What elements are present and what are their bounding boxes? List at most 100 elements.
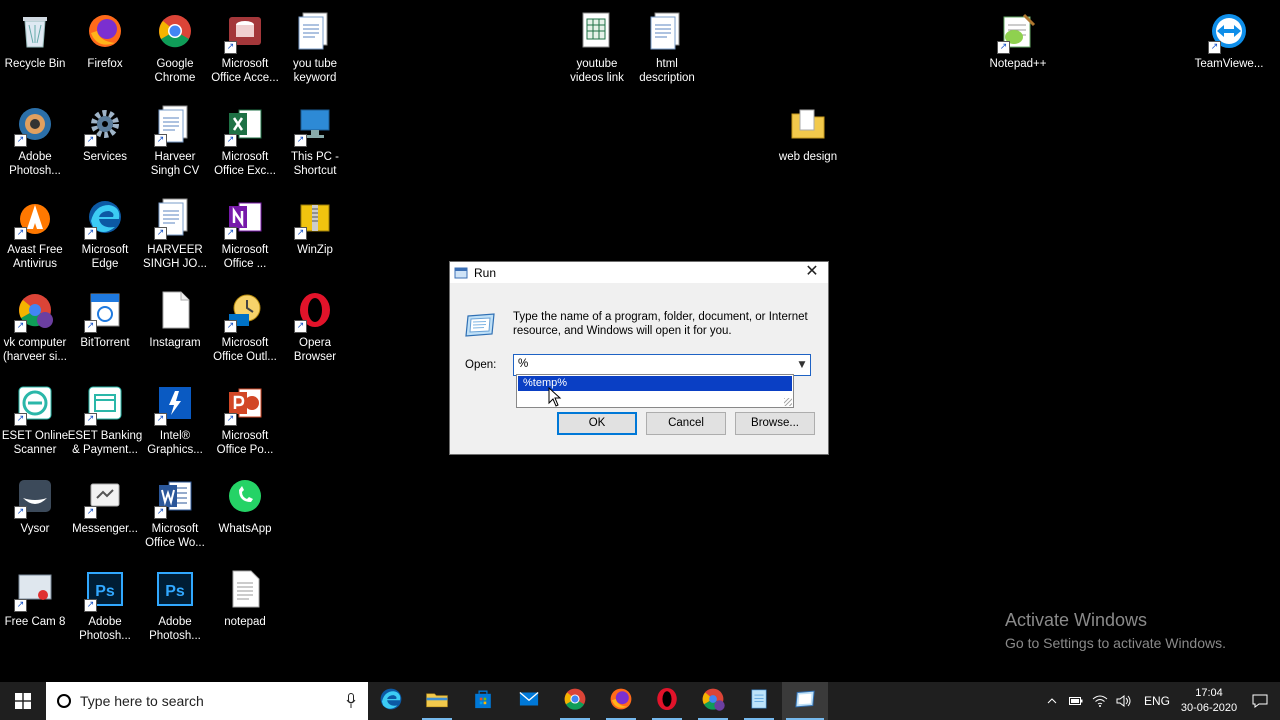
desktop-icon[interactable]: ↗ Vysor bbox=[0, 473, 70, 536]
desktop-icon[interactable]: Firefox bbox=[70, 8, 140, 71]
desktop-icon[interactable]: ↗ Adobe Photosh... bbox=[0, 101, 70, 178]
open-combobox[interactable]: ▼ bbox=[513, 354, 811, 376]
firefox-icon bbox=[608, 686, 634, 717]
taskbar-app-firefox[interactable] bbox=[598, 682, 644, 720]
desktop-icon-label: Free Cam 8 bbox=[4, 616, 66, 628]
taskbar-app-chrome-profile[interactable] bbox=[690, 682, 736, 720]
desktop-icon[interactable]: ↗ Microsoft Office Wo... bbox=[140, 473, 210, 550]
taskbar-search-box[interactable]: Type here to search bbox=[46, 682, 368, 720]
shortcut-arrow-icon: ↗ bbox=[154, 413, 167, 426]
document-icon bbox=[644, 8, 690, 54]
battery-glyph bbox=[1068, 697, 1083, 705]
desktop-icon[interactable]: ↗ Intel® Graphics... bbox=[140, 380, 210, 457]
cancel-button[interactable]: Cancel bbox=[646, 412, 726, 435]
taskbar-app-notepad[interactable] bbox=[736, 682, 782, 720]
browse-button[interactable]: Browse... bbox=[735, 412, 815, 435]
avast-icon: ↗ bbox=[12, 194, 58, 240]
desktop-icon[interactable]: ↗ TeamViewe... bbox=[1194, 8, 1264, 71]
notification-icon bbox=[1252, 694, 1268, 708]
desktop-icon[interactable]: ↗ HARVEER SINGH JO... bbox=[140, 194, 210, 271]
desktop-icon-label: html description bbox=[639, 58, 695, 84]
desktop-icon[interactable]: web design bbox=[773, 101, 843, 164]
taskbar-app-file-explorer[interactable] bbox=[414, 682, 460, 720]
desktop-icon[interactable]: ↗ WinZip bbox=[280, 194, 350, 257]
taskbar-app-store[interactable] bbox=[460, 682, 506, 720]
desktop-icon[interactable]: Ps Adobe Photosh... bbox=[140, 566, 210, 643]
clock[interactable]: 17:04 30-06-2020 bbox=[1178, 686, 1240, 716]
shortcut-arrow-icon: ↗ bbox=[294, 320, 307, 333]
outlook-icon: ↗ bbox=[222, 287, 268, 333]
desktop-icon[interactable]: ↗ Microsoft Office Po... bbox=[210, 380, 280, 457]
desktop-icon[interactable]: ↗ Notepad++ bbox=[983, 8, 1053, 71]
taskbar-app-mail[interactable] bbox=[506, 682, 552, 720]
desktop-icon[interactable]: ↗ Microsoft Office Exc... bbox=[210, 101, 280, 178]
run-titlebar[interactable]: Run bbox=[450, 262, 828, 283]
desktop-icon[interactable]: ↗ Microsoft Office ... bbox=[210, 194, 280, 271]
desktop-icon[interactable]: html description bbox=[632, 8, 702, 85]
shortcut-arrow-icon: ↗ bbox=[84, 413, 97, 426]
shortcut-arrow-icon: ↗ bbox=[84, 599, 97, 612]
shortcut-arrow-icon: ↗ bbox=[14, 413, 27, 426]
open-input[interactable] bbox=[518, 358, 788, 370]
desktop-icon-label: notepad bbox=[224, 616, 266, 628]
excel-file-icon bbox=[574, 8, 620, 54]
taskbar-app-edge[interactable] bbox=[368, 682, 414, 720]
desktop-icon[interactable]: ↗ BitTorrent bbox=[70, 287, 140, 350]
desktop-icon-label: This PC - Shortcut bbox=[291, 151, 339, 177]
chevron-up-icon[interactable] bbox=[1040, 682, 1064, 720]
desktop-icon[interactable]: ↗ Harveer Singh CV bbox=[140, 101, 210, 178]
folder-icon bbox=[785, 101, 831, 147]
language-indicator[interactable]: ENG bbox=[1144, 694, 1170, 708]
desktop-icon-label: Adobe Photosh... bbox=[79, 616, 131, 642]
notification-center-button[interactable] bbox=[1240, 682, 1280, 720]
chevron-down-icon[interactable]: ▼ bbox=[794, 355, 810, 375]
desktop-icon[interactable]: ↗ Microsoft Office Outl... bbox=[210, 287, 280, 364]
taskbar-app-opera[interactable] bbox=[644, 682, 690, 720]
intel-icon: ↗ bbox=[152, 380, 198, 426]
cortana-icon bbox=[57, 694, 71, 708]
volume-glyph bbox=[1116, 695, 1131, 707]
desktop-icon-label: Adobe Photosh... bbox=[149, 616, 201, 642]
desktop-icon[interactable]: ↗ Avast Free Antivirus bbox=[0, 194, 70, 271]
run-title: Run bbox=[474, 265, 497, 280]
desktop-icon[interactable]: WhatsApp bbox=[210, 473, 280, 536]
this-pc-icon: ↗ bbox=[292, 101, 338, 147]
resize-grip[interactable] bbox=[784, 398, 792, 406]
desktop-icon-label: Microsoft Office ... bbox=[221, 244, 269, 270]
desktop-icon-label: Microsoft Edge bbox=[81, 244, 129, 270]
desktop-icon-label: Services bbox=[82, 151, 128, 163]
volume-icon[interactable] bbox=[1112, 682, 1136, 720]
shortcut-arrow-icon: ↗ bbox=[84, 134, 97, 147]
taskbar-app-run[interactable] bbox=[782, 682, 828, 720]
desktop-icon-label: web design bbox=[778, 151, 838, 163]
desktop-icon[interactable]: ↗ Services bbox=[70, 101, 140, 164]
desktop-icon[interactable]: you tube keyword bbox=[280, 8, 350, 85]
close-icon[interactable]: ✕ bbox=[802, 263, 822, 281]
desktop-icon[interactable]: ↗ ESET Online Scanner bbox=[0, 380, 70, 457]
desktop-icon-label: TeamViewe... bbox=[1194, 58, 1264, 70]
desktop-icon[interactable]: ↗ vk computer (harveer si... bbox=[0, 287, 70, 364]
desktop-icon[interactable]: Recycle Bin bbox=[0, 8, 70, 71]
desktop-icon[interactable]: ↗ Microsoft Office Acce... bbox=[210, 8, 280, 85]
desktop-icon[interactable]: ↗ Free Cam 8 bbox=[0, 566, 70, 629]
wifi-icon[interactable] bbox=[1088, 682, 1112, 720]
ok-button[interactable]: OK bbox=[557, 412, 637, 435]
shortcut-arrow-icon: ↗ bbox=[14, 506, 27, 519]
desktop-icon[interactable]: ↗ Opera Browser bbox=[280, 287, 350, 364]
battery-icon[interactable] bbox=[1064, 682, 1088, 720]
desktop-icon[interactable]: ↗ ESET Banking & Payment... bbox=[68, 380, 142, 457]
desktop-icon[interactable]: Ps ↗ Adobe Photosh... bbox=[70, 566, 140, 643]
desktop-icon[interactable]: Instagram bbox=[140, 287, 210, 350]
recycle-bin-icon bbox=[12, 8, 58, 54]
taskbar-app-chrome[interactable] bbox=[552, 682, 598, 720]
desktop-icon[interactable]: ↗ Microsoft Edge bbox=[70, 194, 140, 271]
desktop-icon[interactable]: ↗ Messenger... bbox=[70, 473, 140, 536]
desktop-icon[interactable]: ↗ This PC - Shortcut bbox=[280, 101, 350, 178]
start-button[interactable] bbox=[0, 682, 46, 720]
desktop-icon[interactable]: youtube videos link bbox=[562, 8, 632, 85]
desktop-icon[interactable]: Google Chrome bbox=[140, 8, 210, 85]
open-label: Open: bbox=[465, 359, 497, 371]
desktop-icon-label: Microsoft Office Wo... bbox=[145, 523, 205, 549]
desktop-icon[interactable]: notepad bbox=[210, 566, 280, 629]
microphone-icon[interactable] bbox=[346, 693, 356, 709]
